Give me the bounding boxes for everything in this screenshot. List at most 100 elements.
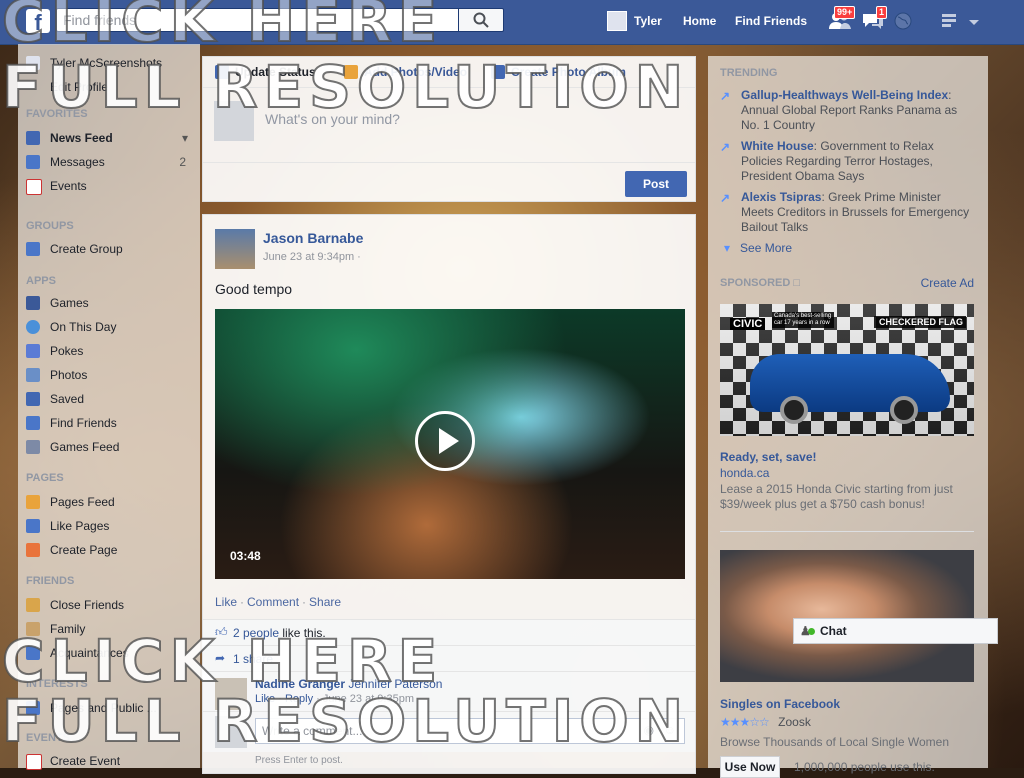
divider <box>720 531 974 532</box>
rating-stars-icon: ★★★☆☆ <box>720 715 770 729</box>
author-name[interactable]: Jason Barnabe <box>263 230 363 246</box>
photos-icon <box>26 368 40 382</box>
home-link[interactable]: Home <box>683 0 716 44</box>
chevron-down-icon[interactable]: ▾ <box>182 129 188 147</box>
composer-avatar <box>214 101 254 141</box>
post-text: Good tempo <box>215 281 293 297</box>
tab-add-photos-video[interactable]: Add Photos/Video <box>344 57 467 87</box>
composer: Update Status Add Photos/Video Create Ph… <box>202 56 696 202</box>
ad-image-car[interactable]: CIVIC Canada's best-selling car 17 years… <box>720 304 974 436</box>
user-avatar[interactable] <box>607 11 627 31</box>
camera-icon[interactable]: ◉ <box>644 723 654 737</box>
privacy-shortcuts-icon[interactable] <box>940 12 958 31</box>
search-input[interactable] <box>56 8 458 32</box>
comment-input[interactable]: Write a comment... ◉ ☺ <box>255 718 685 744</box>
author-avatar[interactable] <box>215 229 255 269</box>
clock-icon <box>26 320 40 334</box>
chat-tab[interactable]: ♟ Chat <box>793 618 998 644</box>
bookmark-icon <box>26 392 40 406</box>
sidebar-item-messages[interactable]: Messages 2 <box>26 153 196 171</box>
messages-count: 2 <box>179 155 186 169</box>
ad2-text: Browse Thousands of Local Single Women <box>720 735 950 749</box>
write-comment-row: Write a comment... ◉ ☺ <box>203 711 695 752</box>
sidebar-item-news-feed[interactable]: News Feed ▾ <box>26 129 196 147</box>
likes-link[interactable]: 2 people <box>233 626 279 640</box>
ad2-title[interactable]: Singles on Facebook <box>720 697 840 711</box>
story-actions: Like · Comment · Share <box>215 595 342 609</box>
likes-suffix: like this. <box>279 626 326 640</box>
profile-avatar-icon <box>26 56 40 70</box>
trending-item[interactable]: ↗ Alexis Tsipras: Greek Prime Minister M… <box>720 190 972 235</box>
gamepad-icon <box>26 440 40 454</box>
like-link[interactable]: Like <box>215 595 237 609</box>
likes-row: 👍︎ 2 people like this. <box>203 619 695 646</box>
poke-icon <box>26 344 40 358</box>
ad-domain[interactable]: honda.ca <box>720 466 769 480</box>
car-shape <box>750 354 950 412</box>
composer-tabs: Update Status Add Photos/Video Create Ph… <box>203 57 695 88</box>
shares-row: ➦ 1 share <box>203 645 695 672</box>
shares-link[interactable]: 1 share <box>233 652 273 666</box>
tab-update-status[interactable]: Update Status <box>215 57 316 87</box>
status-input[interactable]: What's on your mind? <box>265 111 400 127</box>
comment-reply-link[interactable]: Reply <box>285 693 313 705</box>
tab-create-photo-album[interactable]: Create Photo Album <box>491 57 626 87</box>
trending-header: TRENDING <box>720 67 778 79</box>
play-icon[interactable] <box>415 411 475 471</box>
camera-icon <box>344 65 358 79</box>
post-button[interactable]: Post <box>625 171 687 197</box>
sponsored-header: SPONSORED □ <box>720 277 801 289</box>
commenter-avatar[interactable] <box>215 678 247 710</box>
ad-image-portrait[interactable] <box>720 550 974 682</box>
share-link[interactable]: Share <box>309 595 341 609</box>
ad-title[interactable]: Ready, set, save! <box>720 450 817 464</box>
family-icon <box>26 622 40 636</box>
online-status-icon <box>808 628 815 635</box>
ad-image-event: CHECKERED FLAG <box>874 316 966 328</box>
trending-item[interactable]: ↗ Gallup-Healthways Well-Being Index: An… <box>720 88 972 133</box>
post-timestamp[interactable]: June 23 at 9:34pm · <box>263 251 361 263</box>
profile-link[interactable]: Tyler <box>634 0 662 44</box>
enter-hint: Press Enter to post. <box>255 755 343 766</box>
find-friends-link[interactable]: Find Friends <box>735 0 807 44</box>
news-feed-icon <box>26 131 40 145</box>
right-sidebar: TRENDING ↗ Gallup-Healthways Well-Being … <box>708 56 988 778</box>
video-player[interactable]: 03:48 <box>215 309 685 579</box>
trending-arrow-icon: ↗ <box>720 191 731 205</box>
find-friends-icon <box>26 416 40 430</box>
share-arrow-icon: ➦ <box>215 651 226 665</box>
friends-header: FRIENDS <box>26 575 75 587</box>
profile-name: Tyler McScreenshots <box>50 56 163 70</box>
create-ad-link[interactable]: Create Ad <box>921 276 974 290</box>
close-friends-icon <box>26 598 40 612</box>
trending-arrow-icon: ↗ <box>720 89 731 103</box>
comment-time[interactable]: June 23 at 9:35pm <box>323 693 414 705</box>
ad-civic-logo: CIVIC <box>730 318 766 330</box>
pencil-icon <box>215 65 229 79</box>
trending-arrow-icon: ↗ <box>720 140 731 154</box>
thumbs-up-icon <box>26 519 40 533</box>
commenter-name[interactable]: Nadine Granger <box>255 677 345 691</box>
create-group-icon <box>26 242 40 256</box>
search-button[interactable] <box>458 8 504 32</box>
ad2-brand[interactable]: Zoosk <box>778 715 811 729</box>
friend-requests-badge: 99+ <box>834 6 856 19</box>
comment: Nadine Granger Jennifer Paterson Like · … <box>203 671 695 712</box>
ad-choices-icon[interactable]: □ <box>793 277 800 289</box>
trending-item[interactable]: ↗ White House: Government to Relax Polic… <box>720 139 972 184</box>
messages-icon <box>26 155 40 169</box>
events-header: EVENTS <box>26 732 71 744</box>
comment-like-link[interactable]: Like <box>255 693 275 705</box>
apps-header: APPS <box>26 275 56 287</box>
calendar-icon <box>26 179 42 195</box>
facebook-logo[interactable]: f <box>26 9 50 33</box>
use-now-button[interactable]: Use Now <box>720 756 780 778</box>
emoji-icon[interactable]: ☺ <box>664 723 676 737</box>
see-more-link[interactable]: ▾ See More <box>724 241 792 255</box>
notifications-globe-icon[interactable] <box>894 12 912 33</box>
ad2-rating: ★★★☆☆ Zoosk <box>720 715 811 729</box>
comment-text-tag[interactable]: Jennifer Paterson <box>348 677 442 691</box>
account-menu-chevron-down-icon[interactable] <box>968 16 980 30</box>
comment-link[interactable]: Comment <box>247 595 299 609</box>
favorites-header: FAVORITES <box>26 108 88 120</box>
